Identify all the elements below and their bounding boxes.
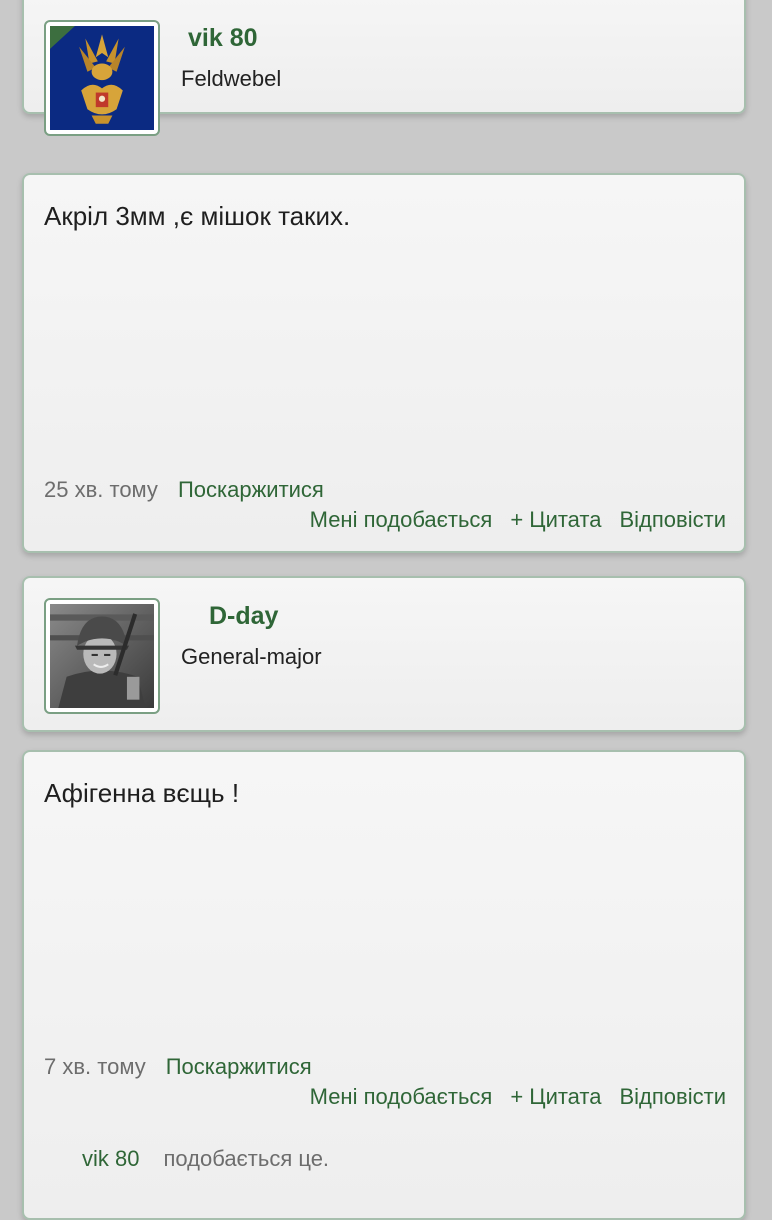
liker-username[interactable]: vik 80 — [82, 1146, 139, 1171]
post-timestamp: 7 хв. тому — [44, 1054, 146, 1079]
report-link[interactable]: Поскаржитися — [178, 477, 324, 502]
avatar[interactable] — [44, 20, 160, 136]
author-card: vik 80 Feldwebel — [22, 0, 746, 136]
reply-link[interactable]: Відповісти — [620, 1084, 727, 1109]
post-meta: 7 хв. тому Поскаржитися — [44, 1054, 312, 1080]
like-link[interactable]: Мені подобається — [310, 507, 493, 532]
post-timestamp: 25 хв. тому — [44, 477, 158, 502]
user-rank: General-major — [181, 644, 322, 669]
user-rank: Feldwebel — [181, 66, 282, 91]
avatar[interactable] — [44, 598, 160, 714]
likes-summary: vik 80 подобається це. — [82, 1146, 329, 1172]
post-meta: 25 хв. тому Поскаржитися — [44, 477, 324, 503]
quote-link[interactable]: + Цитата — [510, 1084, 601, 1109]
post-text: Афігенна вєщь ! — [44, 778, 240, 808]
username[interactable]: D-day — [209, 602, 278, 631]
author-card: D-day General-major — [22, 576, 746, 732]
post-actions: Мені подобається + Цитата Відповісти — [292, 507, 726, 533]
like-link[interactable]: Мені подобається — [310, 1084, 493, 1109]
post-text: Акріл 3мм ,є мішок таких. — [44, 201, 351, 231]
post-actions: Мені подобається + Цитата Відповісти — [292, 1084, 726, 1110]
imperial-eagle-emblem-icon — [50, 26, 154, 130]
post-card: Акріл 3мм ,є мішок таких. 25 хв. тому Пос… — [22, 173, 746, 553]
report-link[interactable]: Поскаржитися — [166, 1054, 312, 1079]
likes-text: подобається це. — [163, 1146, 330, 1171]
reply-link[interactable]: Відповісти — [620, 507, 727, 532]
username[interactable]: vik 80 — [188, 24, 258, 53]
soldier-photo-icon — [50, 604, 154, 708]
post-card: Афігенна вєщь ! 7 хв. тому Поскаржитися М… — [22, 750, 746, 1220]
quote-link[interactable]: + Цитата — [510, 507, 601, 532]
